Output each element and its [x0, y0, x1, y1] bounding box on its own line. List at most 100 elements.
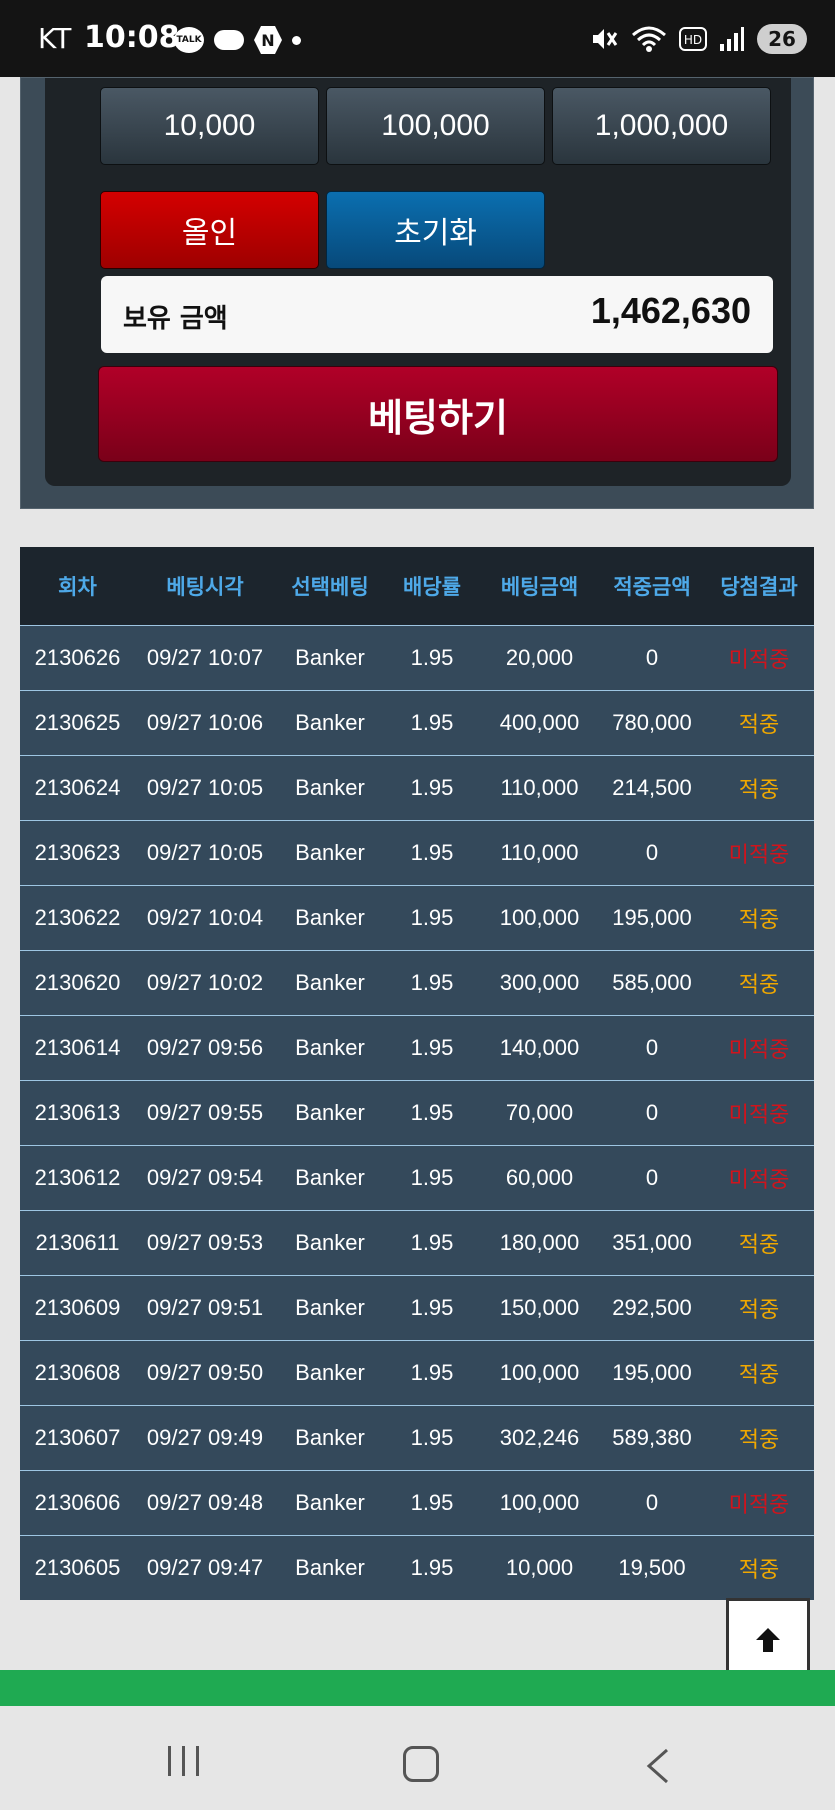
header-win-amount: 적중금액 [613, 574, 691, 599]
header-selection: 선택베팅 [291, 574, 369, 599]
cell-result: 적중 [738, 1231, 780, 1257]
cell-bet-amount: 60,000 [505, 1164, 574, 1190]
recent-apps-icon[interactable] [168, 1746, 199, 1776]
bet-panel: 10,000 100,000 1,000,000 올인 초기화 보유 금액 1,… [20, 77, 814, 509]
cell-odds: 1.95 [410, 1229, 454, 1255]
table-row: 2130623 09/27 10:05 Banker 1.95 110,000 0 미적중 [20, 820, 814, 885]
cell-selection: Banker [295, 1554, 365, 1580]
cell-selection: Banker [295, 1359, 365, 1385]
cell-bet-amount: 300,000 [499, 969, 580, 995]
cell-result: 미적중 [728, 1101, 790, 1127]
cell-result: 적중 [738, 1426, 780, 1452]
cell-selection: Banker [295, 1424, 365, 1450]
reset-button[interactable]: 초기화 [326, 191, 545, 269]
chip-10000-button[interactable]: 10,000 [100, 87, 319, 165]
cell-result: 적중 [738, 971, 780, 997]
cell-odds: 1.95 [410, 1359, 454, 1385]
cell-round: 2130605 [34, 1554, 121, 1580]
balance-display: 보유 금액 1,462,630 [101, 276, 773, 353]
cell-selection: Banker [295, 774, 365, 800]
cell-odds: 1.95 [410, 1554, 454, 1580]
table-row: 2130624 09/27 10:05 Banker 1.95 110,000 214,5… [20, 755, 814, 820]
table-row: 2130611 09/27 09:53 Banker 1.95 180,000 351,0… [20, 1210, 814, 1275]
cell-bet-amount: 180,000 [499, 1229, 580, 1255]
place-bet-button[interactable]: 베팅하기 [98, 366, 778, 462]
chip-100000-button[interactable]: 100,000 [326, 87, 545, 165]
cell-round: 2130625 [34, 709, 121, 735]
cell-win-amount: 292,500 [612, 1294, 692, 1320]
cell-round: 2130608 [34, 1359, 121, 1385]
cell-round: 2130614 [34, 1034, 121, 1060]
cell-result: 적중 [738, 1361, 780, 1387]
table-row: 2130620 09/27 10:02 Banker 1.95 300,000 585,0… [20, 950, 814, 1015]
chip-1000000-button[interactable]: 1,000,000 [552, 87, 771, 165]
table-row: 2130625 09/27 10:06 Banker 1.95 400,000 780,0… [20, 690, 814, 755]
cell-selection: Banker [295, 1294, 365, 1320]
cell-round: 2130609 [34, 1294, 121, 1320]
cell-selection: Banker [295, 904, 365, 930]
table-header-row: 회차 베팅시각 선택베팅 배당률 베팅금액 적중금액 당첨결과 [20, 547, 814, 625]
home-icon[interactable] [403, 1746, 439, 1782]
cell-bet-amount: 20,000 [505, 644, 574, 670]
table-row: 2130622 09/27 10:04 Banker 1.95 100,000 195,0… [20, 885, 814, 950]
cell-win-amount: 0 [645, 644, 659, 670]
table-row: 2130608 09/27 09:50 Banker 1.95 100,000 195,0… [20, 1340, 814, 1405]
cell-selection: Banker [295, 1034, 365, 1060]
cell-win-amount: 589,380 [612, 1424, 692, 1450]
header-odds: 배당률 [403, 574, 461, 599]
table-row: 2130626 09/27 10:07 Banker 1.95 20,000 0 미적중 [20, 625, 814, 690]
more-notifications-icon [292, 35, 301, 45]
arrow-up-icon [756, 1628, 780, 1652]
cell-odds: 1.95 [410, 1424, 454, 1450]
cell-round: 2130620 [34, 969, 121, 995]
cell-round: 2130606 [34, 1489, 121, 1515]
cell-round: 2130622 [34, 904, 121, 930]
cell-round: 2130623 [34, 839, 121, 865]
cell-bet-time: 09/27 09:55 [146, 1099, 264, 1125]
cell-win-amount: 585,000 [612, 969, 692, 995]
cloud-icon [214, 30, 244, 50]
cell-bet-amount: 302,246 [499, 1424, 580, 1450]
header-round: 회차 [58, 574, 97, 599]
cell-bet-amount: 10,000 [505, 1554, 574, 1580]
cell-result: 미적중 [728, 646, 790, 672]
system-nav-bar [0, 1706, 835, 1810]
cell-selection: Banker [295, 1489, 365, 1515]
cell-result: 미적중 [728, 1166, 790, 1192]
cell-bet-amount: 150,000 [499, 1294, 580, 1320]
cell-bet-time: 09/27 09:49 [146, 1424, 264, 1450]
balance-label: 보유 금액 [123, 304, 228, 334]
balance-value: 1,462,630 [590, 290, 751, 331]
cell-result: 미적중 [728, 1036, 790, 1062]
table-row: 2130613 09/27 09:55 Banker 1.95 70,000 0 미적중 [20, 1080, 814, 1145]
cell-selection: Banker [295, 969, 365, 995]
cell-odds: 1.95 [410, 644, 454, 670]
cell-bet-amount: 70,000 [505, 1099, 574, 1125]
cell-bet-amount: 100,000 [499, 1359, 580, 1385]
back-icon[interactable] [645, 1748, 671, 1784]
status-bar: KT 10:08 TALK N HD 26 [0, 0, 835, 77]
bet-panel-inner: 10,000 100,000 1,000,000 올인 초기화 보유 금액 1,… [45, 78, 791, 486]
cell-odds: 1.95 [410, 1099, 454, 1125]
cell-bet-time: 09/27 10:07 [146, 644, 264, 670]
cell-round: 2130613 [34, 1099, 121, 1125]
cell-odds: 1.95 [410, 839, 454, 865]
cell-bet-amount: 100,000 [499, 904, 580, 930]
carrier-label: KT [38, 22, 72, 55]
cell-win-amount: 214,500 [612, 774, 692, 800]
allin-button[interactable]: 올인 [100, 191, 319, 269]
cell-odds: 1.95 [410, 1034, 454, 1060]
cell-odds: 1.95 [410, 1294, 454, 1320]
cell-win-amount: 0 [645, 1099, 659, 1125]
cell-win-amount: 0 [645, 1164, 659, 1190]
clock: 10:08 [84, 20, 180, 55]
table-row: 2130605 09/27 09:47 Banker 1.95 10,000 19,500… [20, 1535, 814, 1600]
svg-text:HD: HD [684, 33, 702, 47]
cell-bet-time: 09/27 10:04 [146, 904, 264, 930]
cell-odds: 1.95 [410, 1164, 454, 1190]
cell-win-amount: 351,000 [612, 1229, 692, 1255]
cell-bet-amount: 110,000 [500, 839, 579, 865]
cell-bet-time: 09/27 09:47 [146, 1554, 264, 1580]
cell-odds: 1.95 [410, 709, 454, 735]
cell-result: 미적중 [728, 841, 790, 867]
